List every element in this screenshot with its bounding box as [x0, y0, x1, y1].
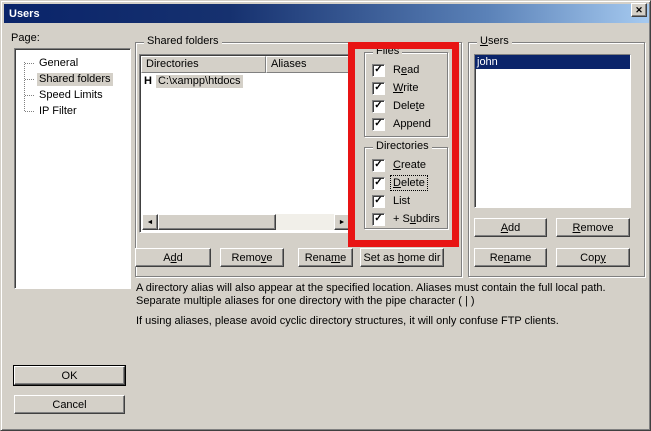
directories-group-label: Directories [373, 140, 432, 153]
tree-item-label: Speed Limits [37, 89, 105, 102]
directory-path: C:\xampp\htdocs [156, 75, 243, 88]
remove-folder-button[interactable]: Remove [220, 248, 284, 267]
checked-checkbox-icon[interactable]: ✓ [372, 64, 385, 77]
checked-checkbox-icon[interactable]: ✓ [372, 118, 385, 131]
title-bar: Users [4, 4, 649, 23]
user-item-selected[interactable]: john [475, 55, 630, 69]
remove-user-button[interactable]: Remove [556, 218, 630, 237]
tree-item-speed-limits[interactable]: Speed Limits [15, 87, 130, 103]
checked-checkbox-icon[interactable]: ✓ [372, 82, 385, 95]
checkbox-dirs-subdirs[interactable]: ✓ + Subdirs [365, 210, 447, 228]
add-user-button[interactable]: Add [474, 218, 547, 237]
users-list[interactable]: john [474, 54, 631, 208]
column-header-directories[interactable]: Directories [141, 56, 266, 73]
scrollbar-thumb[interactable] [158, 214, 276, 230]
set-as-home-dir-button[interactable]: Set as home dir [360, 248, 444, 267]
scroll-left-icon[interactable]: ◄ [142, 214, 158, 230]
tree-item-label: IP Filter [37, 105, 79, 118]
window-title: Users [9, 8, 40, 20]
checkbox-dirs-list[interactable]: ✓ List [365, 192, 447, 210]
list-header: Directories Aliases [141, 56, 351, 73]
add-folder-button[interactable]: Add [135, 248, 211, 267]
directories-group: Directories ✓ Create ✓ Delete ✓ List ✓ +… [364, 147, 448, 229]
directory-row[interactable]: H C:\xampp\htdocs [141, 73, 351, 89]
tree-twig [25, 111, 34, 112]
checked-checkbox-icon[interactable]: ✓ [372, 213, 385, 226]
checkbox-dirs-delete[interactable]: ✓ Delete [365, 174, 447, 192]
directories-list: Directories Aliases H C:\xampp\htdocs ◄ … [139, 54, 353, 233]
tree-item-general[interactable]: General [15, 55, 130, 71]
copy-user-button[interactable]: Copy [556, 248, 630, 267]
page-tree: General Shared folders Speed Limits IP F… [14, 48, 131, 289]
column-header-aliases[interactable]: Aliases [266, 56, 351, 73]
tree-twig [25, 79, 34, 80]
shared-folders-group-label: Shared folders [144, 35, 222, 48]
checked-checkbox-icon[interactable]: ✓ [372, 195, 385, 208]
checkbox-dirs-create[interactable]: ✓ Create [365, 156, 447, 174]
alias-help-text: A directory alias will also appear at th… [136, 282, 651, 328]
checked-checkbox-icon[interactable]: ✓ [372, 100, 385, 113]
users-dialog: Users ✕ Page: General Shared folders Spe… [0, 0, 651, 431]
scrollbar-track[interactable] [276, 214, 334, 230]
checkbox-files-write[interactable]: ✓ Write [365, 79, 447, 97]
files-group-label: Files [373, 45, 402, 58]
checkbox-files-delete[interactable]: ✓ Delete [365, 97, 447, 115]
rename-folder-button[interactable]: Rename [298, 248, 353, 267]
tree-twig [25, 95, 34, 96]
close-icon[interactable]: ✕ [631, 3, 647, 17]
tree-item-ip-filter[interactable]: IP Filter [15, 103, 130, 119]
tree-item-shared-folders[interactable]: Shared folders [15, 71, 130, 87]
scroll-right-icon[interactable]: ► [334, 214, 350, 230]
ok-button[interactable]: OK [14, 366, 125, 385]
users-group-label: Users [477, 35, 512, 48]
tree-item-label: General [37, 57, 80, 70]
checked-checkbox-icon[interactable]: ✓ [372, 159, 385, 172]
page-label: Page: [11, 32, 40, 44]
rename-user-button[interactable]: Rename [474, 248, 547, 267]
checkbox-files-read[interactable]: ✓ Read [365, 61, 447, 79]
files-group: Files ✓ Read ✓ Write ✓ Delete ✓ Append [364, 52, 448, 137]
tree-item-label-selected: Shared folders [37, 73, 113, 86]
alias-note: A directory alias will also appear at th… [136, 282, 651, 308]
checkbox-files-append[interactable]: ✓ Append [365, 115, 447, 133]
horizontal-scrollbar[interactable]: ◄ ► [142, 214, 350, 230]
cyclic-note: If using aliases, please avoid cyclic di… [136, 315, 651, 328]
cancel-button[interactable]: Cancel [14, 395, 125, 414]
home-flag: H [144, 75, 152, 87]
checked-checkbox-icon[interactable]: ✓ [372, 177, 385, 190]
tree-twig [25, 63, 34, 64]
